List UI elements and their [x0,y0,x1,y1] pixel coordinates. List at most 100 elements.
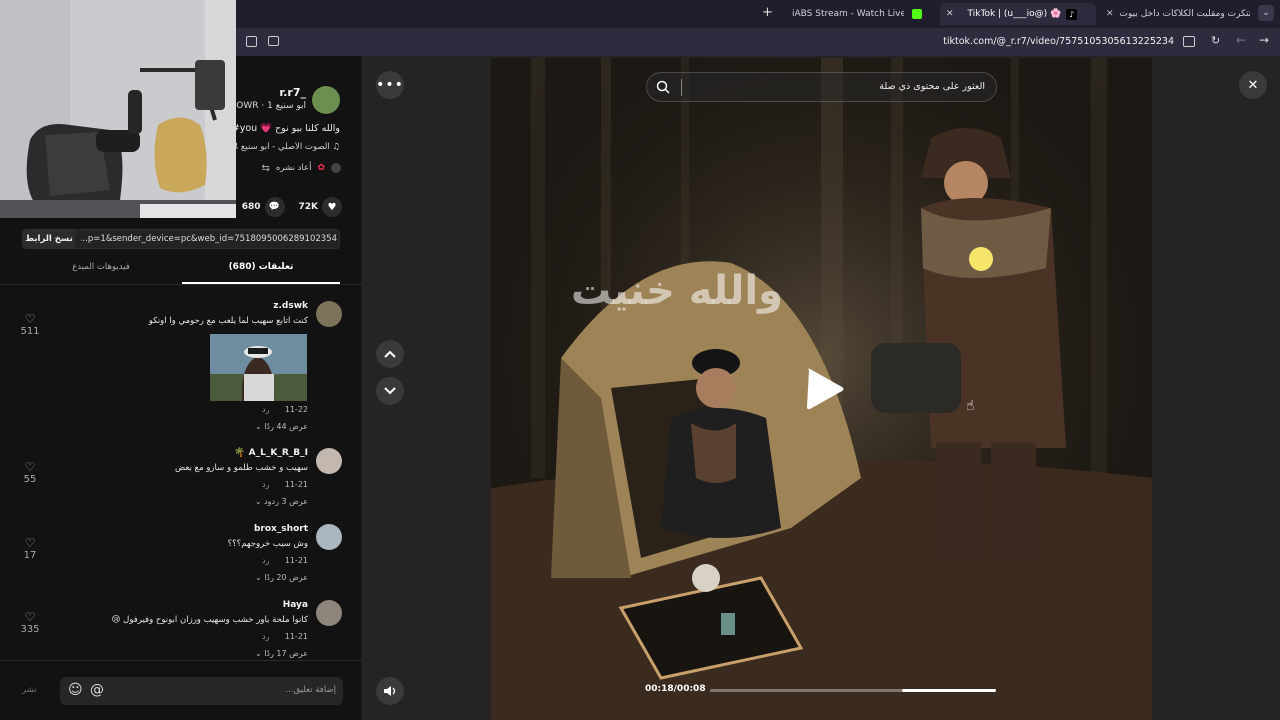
video-player[interactable]: والله خنيت ☝ 00:18/00:08 [491,58,1152,720]
browser-tab-tiktok[interactable]: ✕ TikTok | (u___io@) 🌸 ♪ [940,3,1096,25]
view-replies-label: عرض 17 ردًا [264,649,308,658]
comment-like[interactable]: ♡ 511 [15,312,45,337]
comment-like-count: 17 [23,550,37,561]
reply-link[interactable]: رد [262,632,269,641]
comment-icon[interactable]: 💬 [264,197,285,217]
close-icon[interactable]: ✕ [946,9,954,19]
heart-icon[interactable]: ♥ [322,197,342,217]
comment-like-count: 55 [23,474,37,485]
comment-item: brox_short وش سبب خروجهم؟؟؟ رد 11-21 عرض… [0,522,362,592]
heart-outline-icon[interactable]: ♡ [15,536,45,550]
view-replies-button[interactable]: عرض 20 ردًا ⌄ [230,573,308,582]
author-avatar[interactable] [312,86,340,114]
author-subtitle: أبو سنيع POWR · 1 [236,101,306,111]
comment-meta: رد 11-21 [262,632,308,641]
forward-icon[interactable]: → [1259,33,1269,47]
comment-meta: رد 11-21 [262,480,308,489]
commenter-avatar[interactable] [316,301,342,327]
post-link[interactable]: p=1&sender_device=pc&web_id=751809500628… [81,234,337,244]
music-note-icon: ♫ [329,142,340,152]
reply-link[interactable]: رد [262,556,269,565]
comment-text: سهيب و خشب طلمو و سارو مع بعض [174,463,308,473]
browser-tab-youtube[interactable]: ✕ تتكرت ومقلبت الكلاكات داخل بيوت [1100,3,1250,25]
post-comment-button[interactable]: نشر [22,685,37,695]
commenter-avatar[interactable] [316,524,342,550]
comment-text: كانوا ملحة باور خشب وسهيب ورزان ابونوح و… [111,615,308,625]
comment-like[interactable]: ♡ 55 [15,460,45,485]
comment-meta: رد 11-21 [262,556,308,565]
comment-count: 680 [241,202,261,212]
author-username[interactable]: _r.r7 [236,86,306,99]
browser-tab-title: تتكرت ومقلبت الكلاكات داخل بيوت [1119,9,1250,19]
heart-outline-icon[interactable]: ♡ [15,312,45,326]
view-replies-button[interactable]: عرض 3 ردود ⌄ [230,497,308,506]
comment-date: 11-21 [284,480,308,489]
chevron-up-icon[interactable] [376,340,404,368]
progress-fill [901,689,996,692]
volume-icon[interactable] [376,677,404,705]
tabs-divider [0,284,362,285]
emoji-icon[interactable]: ☺ [68,682,83,698]
comment-input[interactable]: ☺ @ إضافة تعليق... [60,677,343,705]
engagement-row: 680 💬 72K ♥ [240,196,342,218]
search-divider [681,79,682,96]
screenshot-icon[interactable] [268,36,279,46]
more-options-icon[interactable]: ••• [376,71,404,99]
close-icon[interactable]: ✕ [1106,9,1114,19]
repost-row: ⇆ أعاد نشره ✿ [253,160,341,176]
close-icon[interactable]: ✕ [1239,71,1267,99]
repost-icon[interactable]: ⇆ [261,163,269,174]
flower-icon: ✿ [317,163,325,173]
comment-meta: رد 11-22 [262,405,308,414]
copy-link-button[interactable]: نسخ الرابط [23,230,75,248]
comment-like[interactable]: ♡ 17 [15,536,45,561]
comment-like[interactable]: ♡ 335 [15,610,45,635]
back-icon[interactable]: ← [1236,33,1246,47]
chevron-down-icon[interactable]: ⌄ [1258,5,1274,21]
commenter-username[interactable]: z.dswk [200,301,308,311]
heart-outline-icon[interactable]: ♡ [15,460,45,474]
comment-image[interactable] [210,334,307,401]
comment-date: 11-21 [284,556,308,565]
chevron-down-icon[interactable] [376,377,404,405]
browser-tab-kick[interactable]: iABS Stream - Watch Live on Ki [786,3,936,25]
new-tab-button[interactable]: + [762,5,773,20]
comment-text: وش سبب خروجهم؟؟؟ [227,539,308,549]
commenter-username[interactable]: Haya [200,600,308,610]
sound-name: الصوت الأصلي - أبو سنيع R [236,142,330,152]
comment-item: z.dswk كنت اتابع سهيب لما يلعب مع رحومي … [0,296,362,436]
reply-link[interactable]: رد [262,480,269,489]
related-search-bar[interactable]: العثور على محتوى ذي صلة [646,72,997,102]
commenter-username[interactable]: A_L_K_R_B_I 🌴 [200,448,308,458]
search-icon[interactable] [656,80,670,94]
view-replies-label: عرض 20 ردًا [264,573,308,582]
comment-text: كنت اتابع سهيب لما يلعب مع رحومي وا اونك… [148,316,308,326]
input-divider [0,660,362,661]
url-field[interactable]: tiktok.com/@_r.r7/video/7575105305613225… [943,36,1174,47]
mention-icon[interactable]: @ [90,682,104,698]
comment-item: A_L_K_R_B_I 🌴 سهيب و خشب طلمو و سارو مع … [0,446,362,516]
heart-outline-icon[interactable]: ♡ [15,610,45,624]
browser-tab-title: iABS Stream - Watch Live on Ki [792,9,904,19]
post-sound[interactable]: ♫ الصوت الأصلي - أبو سنيع R [236,142,340,152]
commenter-username[interactable]: brox_short [200,524,308,534]
view-replies-button[interactable]: عرض 44 ردًا ⌄ [230,422,308,431]
view-replies-label: عرض 3 ردود [264,497,308,506]
tab-creator-videos[interactable]: فيديوهات المبدع [22,262,180,284]
mouse-cursor-icon: ☝ [966,398,975,414]
reply-link[interactable]: رد [262,405,269,414]
commenter-avatar[interactable] [316,600,342,626]
commenter-avatar[interactable] [316,448,342,474]
search-input[interactable]: العثور على محتوى ذي صلة [683,81,985,92]
view-replies-label: عرض 44 ردًا [264,422,308,431]
view-replies-button[interactable]: عرض 17 ردًا ⌄ [230,649,308,658]
progress-track[interactable] [710,689,996,692]
tab-comments[interactable]: (680) تعليقات [182,262,340,284]
play-icon[interactable] [805,366,845,412]
like-count: 72K [298,202,319,212]
site-settings-icon[interactable] [1183,36,1195,47]
reload-icon[interactable]: ↻ [1211,34,1220,47]
comment-date: 11-21 [284,632,308,641]
comment-item: Haya كانوا ملحة باور خشب وسهيب ورزان ابو… [0,598,362,664]
tab-search-icon[interactable] [246,36,257,47]
